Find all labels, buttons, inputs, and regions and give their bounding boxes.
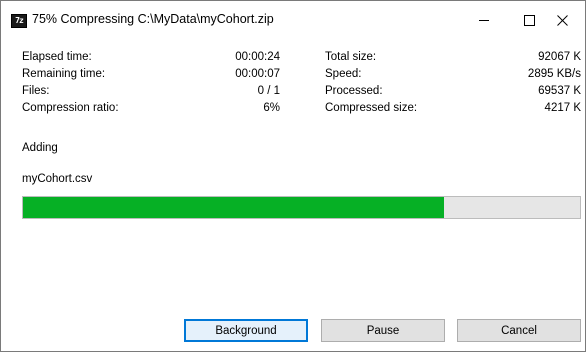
stat-processed: Processed: 69537 K	[325, 85, 581, 101]
stats-left-column: Elapsed time: 00:00:24 Remaining time: 0…	[22, 51, 280, 121]
current-file-name: myCohort.csv	[22, 173, 93, 185]
stat-label: Compression ratio:	[22, 102, 119, 114]
maximize-icon	[523, 14, 535, 26]
stat-label: Files:	[22, 85, 50, 97]
compress-progress-window: 7z 75% Compressing C:\MyData\myCohort.zi…	[0, 0, 586, 352]
stat-value: 69537 K	[538, 85, 581, 97]
stat-value: 92067 K	[538, 51, 581, 63]
pause-button[interactable]: Pause	[321, 319, 445, 342]
stat-value: 2895 KB/s	[527, 68, 581, 80]
minimize-button[interactable]	[461, 1, 507, 39]
stat-remaining-time: Remaining time: 00:00:07	[22, 68, 280, 84]
progress-bar	[22, 196, 581, 219]
stat-compression-ratio: Compression ratio: 6%	[22, 102, 280, 118]
stat-value: 4217 K	[544, 102, 581, 114]
stat-value: 6%	[263, 102, 280, 114]
minimize-icon	[479, 19, 489, 21]
progress-bar-fill	[23, 197, 444, 218]
stat-files: Files: 0 / 1	[22, 85, 280, 101]
stat-value: 00:00:24	[235, 51, 280, 63]
close-button[interactable]	[539, 1, 585, 39]
stat-total-size: Total size: 92067 K	[325, 51, 581, 67]
stat-compressed-size: Compressed size: 4217 K	[325, 102, 581, 118]
stat-label: Remaining time:	[22, 68, 106, 80]
background-button[interactable]: Background	[184, 319, 308, 342]
7zip-app-icon: 7z	[11, 14, 27, 28]
stat-label: Compressed size:	[325, 102, 418, 114]
stat-elapsed-time: Elapsed time: 00:00:24	[22, 51, 280, 67]
stats-right-column: Total size: 92067 K Speed: 2895 KB/s Pro…	[325, 51, 581, 121]
stat-label: Processed:	[325, 85, 383, 97]
cancel-button[interactable]: Cancel	[457, 319, 581, 342]
stat-value: 00:00:07	[235, 68, 280, 80]
window-title: 75% Compressing C:\MyData\myCohort.zip	[32, 12, 274, 26]
title-bar[interactable]: 7z 75% Compressing C:\MyData\myCohort.zi…	[1, 1, 585, 39]
stat-label: Speed:	[325, 68, 362, 80]
stat-value: 0 / 1	[257, 85, 280, 97]
stat-speed: Speed: 2895 KB/s	[325, 68, 581, 84]
stat-label: Elapsed time:	[22, 51, 92, 63]
close-icon	[556, 14, 568, 26]
operation-status: Adding	[22, 142, 58, 154]
stat-label: Total size:	[325, 51, 377, 63]
